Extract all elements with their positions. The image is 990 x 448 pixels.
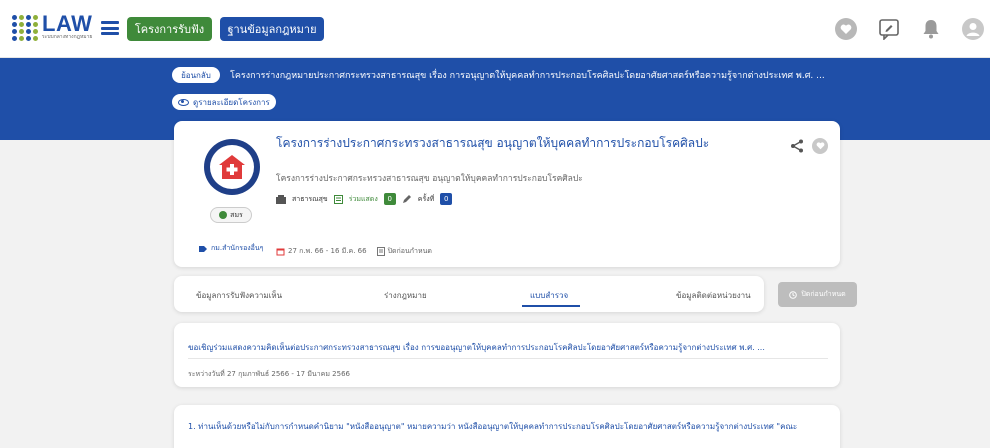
closed-early-label: ปิดก่อนกำหนด (387, 247, 432, 255)
favorite-heart-icon[interactable] (812, 138, 828, 154)
round-label: ครั้งที่ (417, 194, 435, 203)
user-avatar-icon[interactable] (962, 18, 984, 40)
clock-icon (789, 290, 798, 299)
banner-title: โครงการร่างกฎหมายประกาศกระทรวงสาธารณสุข … (230, 71, 825, 81)
survey-title[interactable]: ขอเชิญร่วมแสดงความคิดเห็นต่อประกาศกระทรว… (188, 341, 788, 354)
question-card: 1. ท่านเห็นด้วยหรือไม่กับการกำหนดคำนิยาม… (174, 405, 840, 448)
category-icon (276, 194, 286, 204)
question-text: 1. ท่านเห็นด้วยหรือไม่กับการกำหนดคำนิยาม… (188, 422, 798, 431)
tab-agency-contact[interactable]: ข้อมูลติดต่อหน่วยงาน (676, 289, 751, 302)
view-project-details-button[interactable]: ดูรายละเอียดโครงการ (172, 94, 276, 110)
hamburger-menu-icon[interactable] (101, 21, 119, 35)
participants-icon (333, 194, 343, 204)
law-database-nav-button[interactable]: ฐานข้อมูลกฎหมาย (220, 17, 324, 41)
projects-nav-button[interactable]: โครงการรับฟัง (127, 17, 212, 41)
participants-count: 0 (383, 193, 396, 205)
favorites-heart-icon[interactable] (835, 18, 857, 40)
eye-icon (178, 98, 189, 106)
tag-icon (199, 245, 207, 252)
project-description: โครงการร่างประกาศกระทรวงสาธารณสุข อนุญาต… (276, 174, 583, 184)
round-count: 0 (440, 193, 453, 205)
section-tabs: ข้อมูลการรับฟังความเห็น ร่างกฎหมาย แบบสำ… (174, 276, 764, 312)
share-icon[interactable] (790, 139, 804, 153)
project-summary-card: สมร กม.สำนักรองอื่นๆ โครงการร่างประกาศกร… (174, 121, 840, 267)
logo-subtext: ระบบกลางทางกฎหมาย (42, 34, 93, 40)
hospital-icon (204, 139, 260, 195)
document-icon (376, 247, 385, 256)
survey-period: ระหว่างวันที่ 27 กุมภาพันธ์ 2566 - 17 มี… (188, 370, 350, 378)
logo-text: LAW (42, 11, 93, 36)
view-details-label: ดูรายละเอียดโครงการ (193, 97, 270, 107)
back-button[interactable]: ย้อนกลับ (172, 67, 220, 83)
calendar-icon (276, 248, 285, 256)
project-date-row: 27 ก.พ. 66 - 16 มี.ค. 66 ปิดก่อนกำหนด (276, 246, 432, 257)
project-meta-row: สาธารณสุข ร่วมแสดง 0 ครั้งที่ 0 (276, 193, 453, 205)
tab-draft-law[interactable]: ร่างกฎหมาย (384, 289, 427, 302)
tab-survey[interactable]: แบบสำรวจ (530, 289, 568, 302)
tab-hearing-info[interactable]: ข้อมูลการรับฟังความเห็น (196, 289, 282, 302)
closed-early-button[interactable]: ปิดก่อนกำหนด (778, 282, 857, 307)
pencil-icon (402, 195, 411, 203)
date-range: 27 ก.พ. 66 - 16 มี.ค. 66 (288, 247, 367, 255)
divider (188, 358, 828, 359)
survey-card: ขอเชิญร่วมแสดงความคิดเห็นต่อประกาศกระทรว… (174, 323, 840, 387)
notification-bell-icon[interactable] (920, 18, 942, 40)
status-badge: สมร (210, 207, 252, 223)
category-label: สาธารณสุข (292, 194, 328, 203)
project-title: โครงการร่างประกาศกระทรวงสาธารณสุข อนุญาต… (276, 136, 710, 150)
logo-dots-icon (12, 14, 38, 41)
participants-label: ร่วมแสดง (348, 194, 378, 203)
law-logo[interactable]: LAW ระบบกลางทางกฎหมาย (12, 11, 93, 41)
feedback-chat-icon[interactable] (878, 18, 900, 40)
top-navbar: LAW ระบบกลางทางกฎหมาย โครงการรับฟัง ฐานข… (0, 0, 990, 58)
active-tab-indicator (522, 305, 580, 307)
status-check-icon (219, 211, 228, 219)
agency-label: กม.สำนักรองอื่นๆ (198, 243, 263, 254)
